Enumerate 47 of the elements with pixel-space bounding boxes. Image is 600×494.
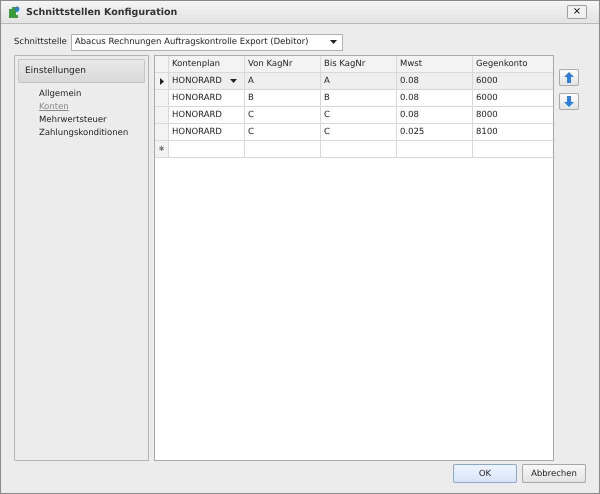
table-cell: C xyxy=(245,124,321,140)
table-cell-text: 6000 xyxy=(475,92,499,105)
table-cell-text: 6000 xyxy=(475,75,499,88)
ok-button[interactable]: OK xyxy=(453,464,517,483)
table-cell: C xyxy=(321,107,397,123)
sidebar-item[interactable]: Zahlungskonditionen xyxy=(18,126,128,139)
table-cell: 0.08 xyxy=(397,73,473,89)
table-row[interactable]: HONORARD B B 0.08 6000 xyxy=(155,90,553,107)
column-header[interactable]: Kontenplan xyxy=(169,56,245,72)
table-cell: 0.025 xyxy=(397,124,473,140)
move-up-button[interactable] xyxy=(559,69,579,86)
window-title: Schnittstellen Konfiguration xyxy=(26,6,178,18)
table-cell: HONORARD xyxy=(169,90,245,106)
table-cell: HONORARD xyxy=(169,124,245,140)
table-cell: A xyxy=(245,73,321,89)
table-cell: HONORARD xyxy=(169,107,245,123)
interface-label: Schnittstelle xyxy=(14,37,67,47)
column-header[interactable]: Von KagNr xyxy=(245,56,321,72)
arrow-down-icon xyxy=(564,96,574,107)
table-row[interactable]: HONORARD A A 0.08 6000 xyxy=(155,73,553,90)
column-header[interactable]: Mwst xyxy=(397,56,473,72)
column-header[interactable]: Bis KagNr xyxy=(321,56,397,72)
table-cell: B xyxy=(321,90,397,106)
close-button[interactable]: × xyxy=(567,5,587,19)
column-header[interactable]: Gegenkonto xyxy=(473,56,551,72)
table-cell: 0.08 xyxy=(397,107,473,123)
move-down-button[interactable] xyxy=(559,93,579,110)
table-row[interactable]: HONORARD C C 0.025 8100 xyxy=(155,124,553,141)
caret-icon xyxy=(230,79,237,83)
table-cell: A xyxy=(321,73,397,89)
table-cell: C xyxy=(245,107,321,123)
table-row[interactable]: HONORARD C C 0.08 8000 xyxy=(155,107,553,124)
sidebar-item[interactable]: Allgemein xyxy=(18,87,82,100)
puzzle-icon xyxy=(7,5,21,19)
table-cell: HONORARD xyxy=(169,73,245,89)
table-cell: C xyxy=(321,124,397,140)
table-cell: 0.08 xyxy=(397,90,473,106)
row-pointer-icon xyxy=(160,78,164,84)
caret-icon xyxy=(330,40,337,44)
sidebar-header[interactable]: Einstellungen xyxy=(18,59,145,83)
arrow-up-icon xyxy=(564,72,574,83)
interface-dropdown[interactable]: Abacus Rechnungen Auftragskontrolle Export (Debitor) xyxy=(70,34,343,50)
table-cell: B xyxy=(245,90,321,106)
sidebar-item[interactable]: Mehrwertsteuer xyxy=(18,113,107,126)
table-cell-text: 8100 xyxy=(475,126,499,139)
table-cell-text: 8000 xyxy=(475,109,499,122)
cancel-button[interactable]: Abbrechen xyxy=(522,464,586,483)
